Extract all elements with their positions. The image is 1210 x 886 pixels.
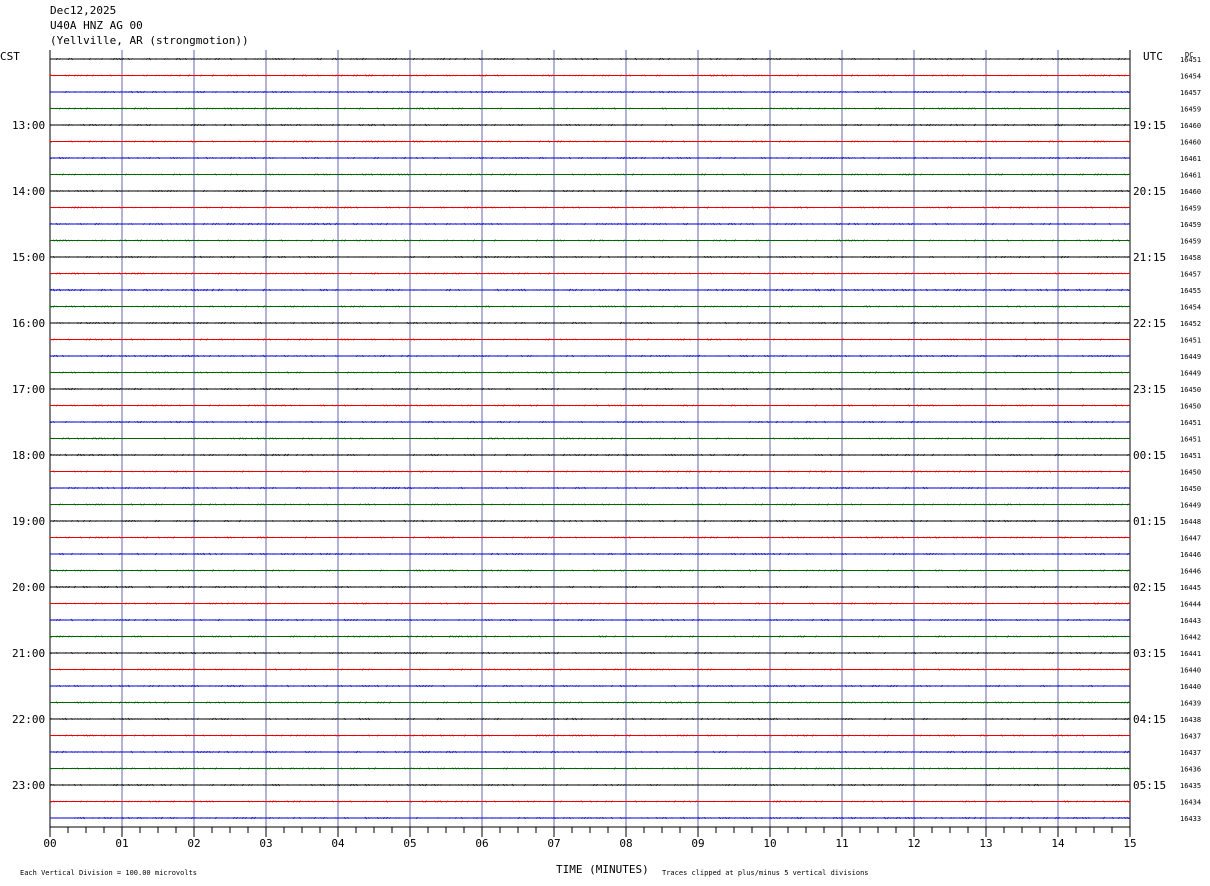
dc-offset-value: 16439 xyxy=(1180,700,1201,708)
dc-offset-value: 16459 xyxy=(1180,221,1201,229)
dc-offset-value: 16451 xyxy=(1180,452,1201,460)
hour-label-utc: 01:15 xyxy=(1133,515,1166,528)
dc-offset-value: 16448 xyxy=(1180,518,1201,526)
hour-label-utc: 04:15 xyxy=(1133,713,1166,726)
dc-offset-value: 16446 xyxy=(1180,551,1201,559)
hour-label-cst: 15:00 xyxy=(12,251,45,264)
dc-offset-value: 16445 xyxy=(1180,584,1201,592)
dc-offset-value: 16451 xyxy=(1180,436,1201,444)
dc-offset-value: 16461 xyxy=(1180,155,1201,163)
x-tick-label: 04 xyxy=(331,837,345,850)
dc-offset-value: 16450 xyxy=(1180,485,1201,493)
hour-label-cst: 13:00 xyxy=(12,119,45,132)
x-axis: 00 01 02 03 04 05 06 07 08 09 10 11 12 13 14 15 xyxy=(43,826,1137,850)
dc-offset-value: 16443 xyxy=(1180,617,1201,625)
x-tick-label: 02 xyxy=(187,837,200,850)
clip-note: Traces clipped at plus/minus 5 vertical … xyxy=(662,869,869,877)
dc-offset-value: 16454 xyxy=(1180,304,1201,312)
cst-zone-label: CST xyxy=(0,50,20,63)
dc-offset-value: 16452 xyxy=(1180,320,1201,328)
x-tick-label: 01 xyxy=(115,837,128,850)
x-tick-label: 14 xyxy=(1051,837,1065,850)
dc-offset-value: 16433 xyxy=(1180,815,1201,823)
hour-label-utc: 02:15 xyxy=(1133,581,1166,594)
dc-offset-value: 16447 xyxy=(1180,535,1201,543)
x-tick-label: 06 xyxy=(475,837,488,850)
hour-label-utc: 23:15 xyxy=(1133,383,1166,396)
dc-offset-value: 16440 xyxy=(1180,683,1201,691)
dc-offset-value: 16460 xyxy=(1180,188,1201,196)
dc-offset-value: 16437 xyxy=(1180,733,1201,741)
scale-note: Each Vertical Division = 100.00 microvol… xyxy=(20,869,197,877)
hour-label-utc: 05:15 xyxy=(1133,779,1166,792)
dc-offset-value: 16454 xyxy=(1180,73,1201,81)
dc-offset-value: 16451 xyxy=(1180,56,1201,64)
hour-label-utc: 22:15 xyxy=(1133,317,1166,330)
x-tick-label: 12 xyxy=(907,837,920,850)
dc-offset-value: 16450 xyxy=(1180,386,1201,394)
x-tick-label: 09 xyxy=(691,837,704,850)
hour-label-utc: 03:15 xyxy=(1133,647,1166,660)
x-tick-label: 03 xyxy=(259,837,272,850)
dc-offset-value: 16459 xyxy=(1180,205,1201,213)
dc-offset-labels: 16451 16454 16457 16459 16460 16460 16461 16461… xyxy=(1180,56,1201,823)
dc-offset-value: 16437 xyxy=(1180,749,1201,757)
dc-offset-value: 16450 xyxy=(1180,403,1201,411)
dc-offset-value: 16457 xyxy=(1180,271,1201,279)
x-tick-label: 05 xyxy=(403,837,416,850)
dc-offset-value: 16461 xyxy=(1180,172,1201,180)
dc-offset-value: 16457 xyxy=(1180,89,1201,97)
hour-label-cst: 16:00 xyxy=(12,317,45,330)
hour-label-cst: 20:00 xyxy=(12,581,45,594)
dc-offset-value: 16434 xyxy=(1180,799,1201,807)
hour-label-utc: 19:15 xyxy=(1133,119,1166,132)
dc-offset-value: 16441 xyxy=(1180,650,1201,658)
x-tick-label: 15 xyxy=(1123,837,1136,850)
x-axis-title: TIME (MINUTES) xyxy=(556,863,649,876)
dc-offset-value: 16435 xyxy=(1180,782,1201,790)
hour-label-cst: 19:00 xyxy=(12,515,45,528)
hour-label-utc: 20:15 xyxy=(1133,185,1166,198)
dc-offset-value: 16438 xyxy=(1180,716,1201,724)
x-tick-label: 13 xyxy=(979,837,992,850)
hour-label-cst: 14:00 xyxy=(12,185,45,198)
dc-offset-value: 16451 xyxy=(1180,419,1201,427)
x-tick-label: 10 xyxy=(763,837,776,850)
hour-label-utc: 21:15 xyxy=(1133,251,1166,264)
hour-label-cst: 18:00 xyxy=(12,449,45,462)
hour-label-cst: 17:00 xyxy=(12,383,45,396)
utc-zone-label: UTC xyxy=(1143,50,1163,63)
dc-offset-value: 16449 xyxy=(1180,370,1201,378)
dc-offset-value: 16449 xyxy=(1180,502,1201,510)
dc-offset-value: 16450 xyxy=(1180,469,1201,477)
dc-offset-value: 16442 xyxy=(1180,634,1201,642)
dc-offset-value: 16460 xyxy=(1180,139,1201,147)
dc-offset-value: 16459 xyxy=(1180,106,1201,114)
dc-offset-value: 16458 xyxy=(1180,254,1201,262)
x-tick-label: 07 xyxy=(547,837,560,850)
dc-offset-value: 16444 xyxy=(1180,601,1201,609)
helicorder-chart: CST UTC DC 13:00 19:1514:00 20:1515:00 21:1… xyxy=(0,50,1201,877)
dc-offset-value: 16460 xyxy=(1180,122,1201,130)
x-tick-label: 11 xyxy=(835,837,848,850)
hour-label-cst: 21:00 xyxy=(12,647,45,660)
hour-label-utc: 00:15 xyxy=(1133,449,1166,462)
dc-offset-value: 16436 xyxy=(1180,766,1201,774)
x-tick-label: 00 xyxy=(43,837,56,850)
dc-offset-value: 16451 xyxy=(1180,337,1201,345)
trace-group xyxy=(49,57,1130,820)
dc-offset-value: 16449 xyxy=(1180,353,1201,361)
dc-offset-value: 16446 xyxy=(1180,568,1201,576)
x-tick-label: 08 xyxy=(619,837,632,850)
dc-offset-value: 16440 xyxy=(1180,667,1201,675)
dc-offset-value: 16459 xyxy=(1180,238,1201,246)
hour-label-cst: 23:00 xyxy=(12,779,45,792)
hour-label-cst: 22:00 xyxy=(12,713,45,726)
dc-offset-value: 16455 xyxy=(1180,287,1201,295)
